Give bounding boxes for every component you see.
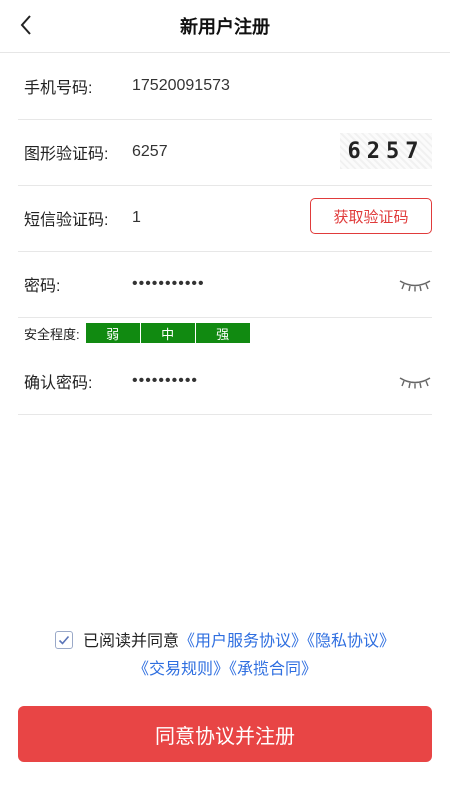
header: 新用户注册 [0, 0, 450, 53]
trading-rules-link[interactable]: 《交易规则》 [133, 661, 229, 678]
contract-link[interactable]: 《承揽合同》 [229, 661, 317, 678]
eye-closed-icon [399, 377, 431, 389]
captcha-image[interactable]: 6257 [340, 133, 432, 169]
password-label: 密码: [24, 278, 61, 295]
phone-input[interactable]: 17520091573 [132, 53, 230, 119]
privacy-agreement-link[interactable]: 《隐私协议》 [307, 633, 395, 650]
sms-code-row: 短信验证码: 1 获取验证码 [18, 185, 432, 252]
strength-bars: 弱 中 强 [85, 323, 251, 343]
agree-and-register-button[interactable]: 同意协议并注册 [18, 706, 432, 762]
sms-code-label: 短信验证码: [24, 212, 109, 229]
confirm-password-row: 确认密码: •••••••••• [18, 348, 432, 415]
strength-medium: 中 [140, 323, 195, 343]
graphic-code-label: 图形验证码: [24, 146, 109, 163]
phone-row: 手机号码: 17520091573 [18, 53, 432, 120]
password-strength: 安全程度: 弱 中 强 [24, 322, 251, 344]
get-sms-code-button[interactable]: 获取验证码 [310, 198, 432, 234]
graphic-code-input[interactable]: 6257 [132, 119, 168, 185]
confirm-password-input[interactable]: •••••••••• [132, 348, 198, 414]
confirm-password-label: 确认密码: [24, 375, 93, 392]
password-input[interactable]: ••••••••••• [132, 251, 205, 317]
strength-label: 安全程度: [24, 326, 80, 342]
agreement: 已阅读并同意《用户服务协议》《隐私协议》 《交易规则》《承揽合同》 [0, 628, 450, 684]
graphic-code-row: 图形验证码: 6257 6257 [18, 119, 432, 186]
strength-strong: 强 [195, 323, 250, 343]
agree-prefix: 已阅读并同意 [82, 633, 179, 650]
sms-code-input[interactable]: 1 [132, 185, 141, 251]
strength-weak: 弱 [85, 323, 140, 343]
phone-label: 手机号码: [24, 80, 93, 97]
eye-closed-icon [399, 280, 431, 292]
page-title: 新用户注册 [180, 17, 270, 37]
check-icon [58, 635, 70, 645]
toggle-confirm-visibility[interactable] [398, 348, 432, 414]
toggle-password-visibility[interactable] [398, 251, 432, 317]
agree-checkbox[interactable] [54, 630, 73, 649]
password-row: 密码: ••••••••••• [18, 251, 432, 318]
user-service-agreement-link[interactable]: 《用户服务协议》 [179, 633, 307, 650]
